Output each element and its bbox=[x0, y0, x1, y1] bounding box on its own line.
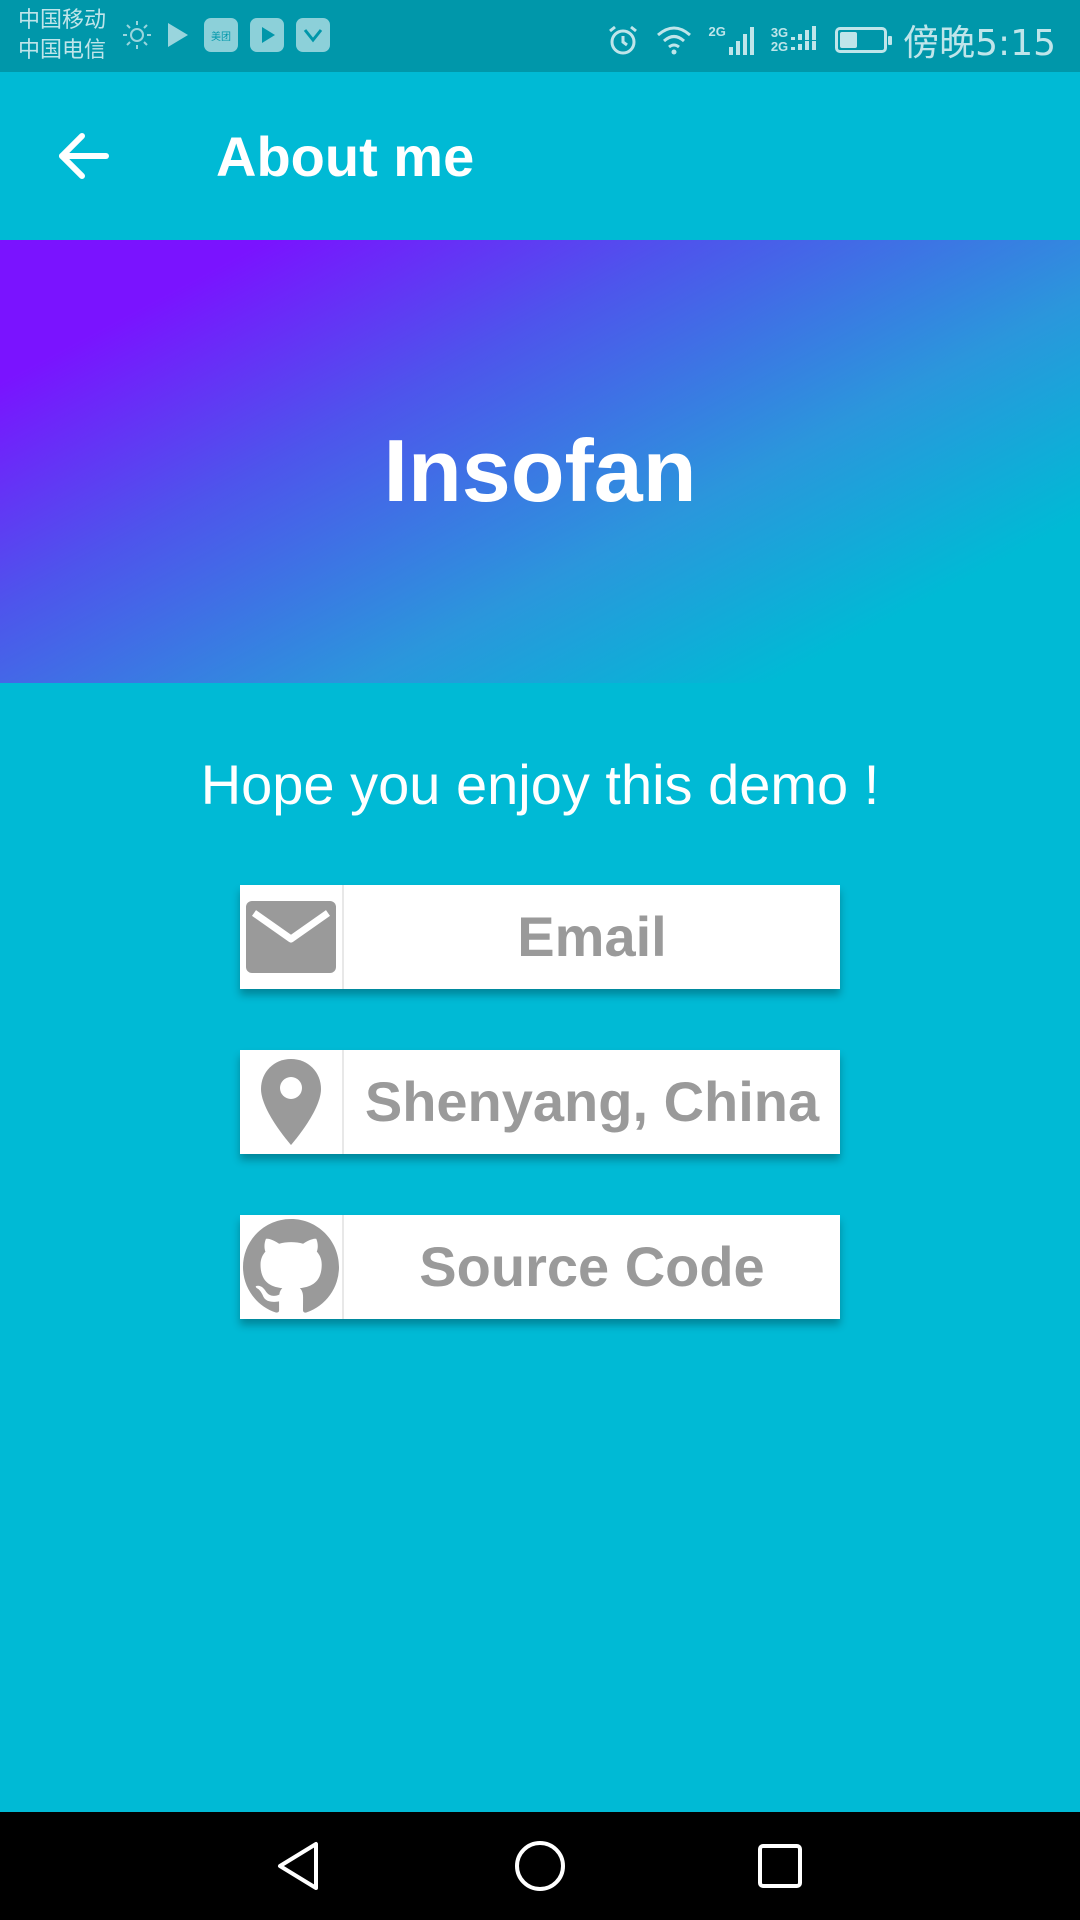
source-code-label: Source Code bbox=[419, 1235, 765, 1298]
page-title: About me bbox=[216, 125, 475, 188]
profile-header: Insofan bbox=[0, 240, 1080, 683]
video-app-icon bbox=[250, 18, 284, 52]
signal-2-label-bottom: 2G bbox=[770, 39, 789, 54]
nav-home-button[interactable] bbox=[510, 1836, 570, 1896]
signal-2-labels: 3G 2G bbox=[771, 26, 788, 54]
app-bar: About me bbox=[0, 72, 1080, 240]
status-time: 傍晚5:15 bbox=[903, 23, 1056, 64]
carrier-1: 中国移动 bbox=[18, 8, 107, 33]
signal-2: 3G 2G bbox=[771, 25, 819, 55]
arrow-back-icon bbox=[59, 133, 109, 179]
location-icon-box bbox=[240, 1050, 344, 1154]
location-button[interactable]: Shenyang, China bbox=[240, 1050, 840, 1154]
location-label: Shenyang, China bbox=[364, 1070, 820, 1133]
signal-2-label-top: 3G bbox=[770, 25, 789, 40]
signal-1: 2G bbox=[708, 25, 754, 55]
battery-fill bbox=[840, 32, 857, 48]
nav-recents-icon bbox=[758, 1844, 802, 1888]
tagline: Hope you enjoy this demo ! bbox=[200, 753, 880, 816]
status-bar: 中国移动 中国电信 美团 2G 3G 2G 傍晚5:15 bbox=[0, 0, 1080, 72]
wifi-icon bbox=[657, 26, 692, 55]
email-button[interactable]: Email bbox=[240, 885, 840, 989]
carrier-2: 中国电信 bbox=[18, 38, 107, 63]
back-button[interactable] bbox=[44, 114, 128, 198]
battery-icon bbox=[835, 27, 893, 53]
alarm-icon bbox=[609, 25, 638, 55]
meituan-app-icon: 美团 bbox=[204, 18, 238, 52]
signal-1-label: 2G bbox=[708, 24, 726, 39]
profile-name: Insofan bbox=[383, 421, 697, 520]
email-icon bbox=[246, 901, 336, 973]
screen: 中国移动 中国电信 美团 2G 3G 2G 傍晚5:15 About me In… bbox=[0, 0, 1080, 1920]
github-icon-box bbox=[240, 1215, 344, 1319]
email-icon-box bbox=[240, 885, 344, 989]
nav-back-icon bbox=[278, 1842, 318, 1890]
notification-icons: 美团 bbox=[122, 18, 330, 52]
email-label: Email bbox=[517, 905, 667, 968]
nav-home-icon bbox=[515, 1841, 565, 1891]
status-right-icons: 2G 3G 2G 傍晚5:15 bbox=[606, 14, 1056, 66]
location-pin-icon bbox=[261, 1059, 321, 1145]
github-icon bbox=[243, 1219, 339, 1313]
brightness-icon bbox=[123, 21, 151, 49]
signal-2-bars-icon bbox=[791, 26, 817, 50]
signal-1-bars-icon bbox=[728, 27, 754, 55]
nav-recents-button[interactable] bbox=[750, 1836, 810, 1896]
play-store-icon bbox=[168, 23, 188, 47]
carrier-info: 中国移动 中国电信 bbox=[18, 6, 106, 66]
source-code-button[interactable]: Source Code bbox=[240, 1215, 840, 1319]
huawei-app-icon bbox=[296, 18, 330, 52]
system-navigation-bar bbox=[0, 1812, 1080, 1920]
nav-back-button[interactable] bbox=[270, 1836, 330, 1896]
